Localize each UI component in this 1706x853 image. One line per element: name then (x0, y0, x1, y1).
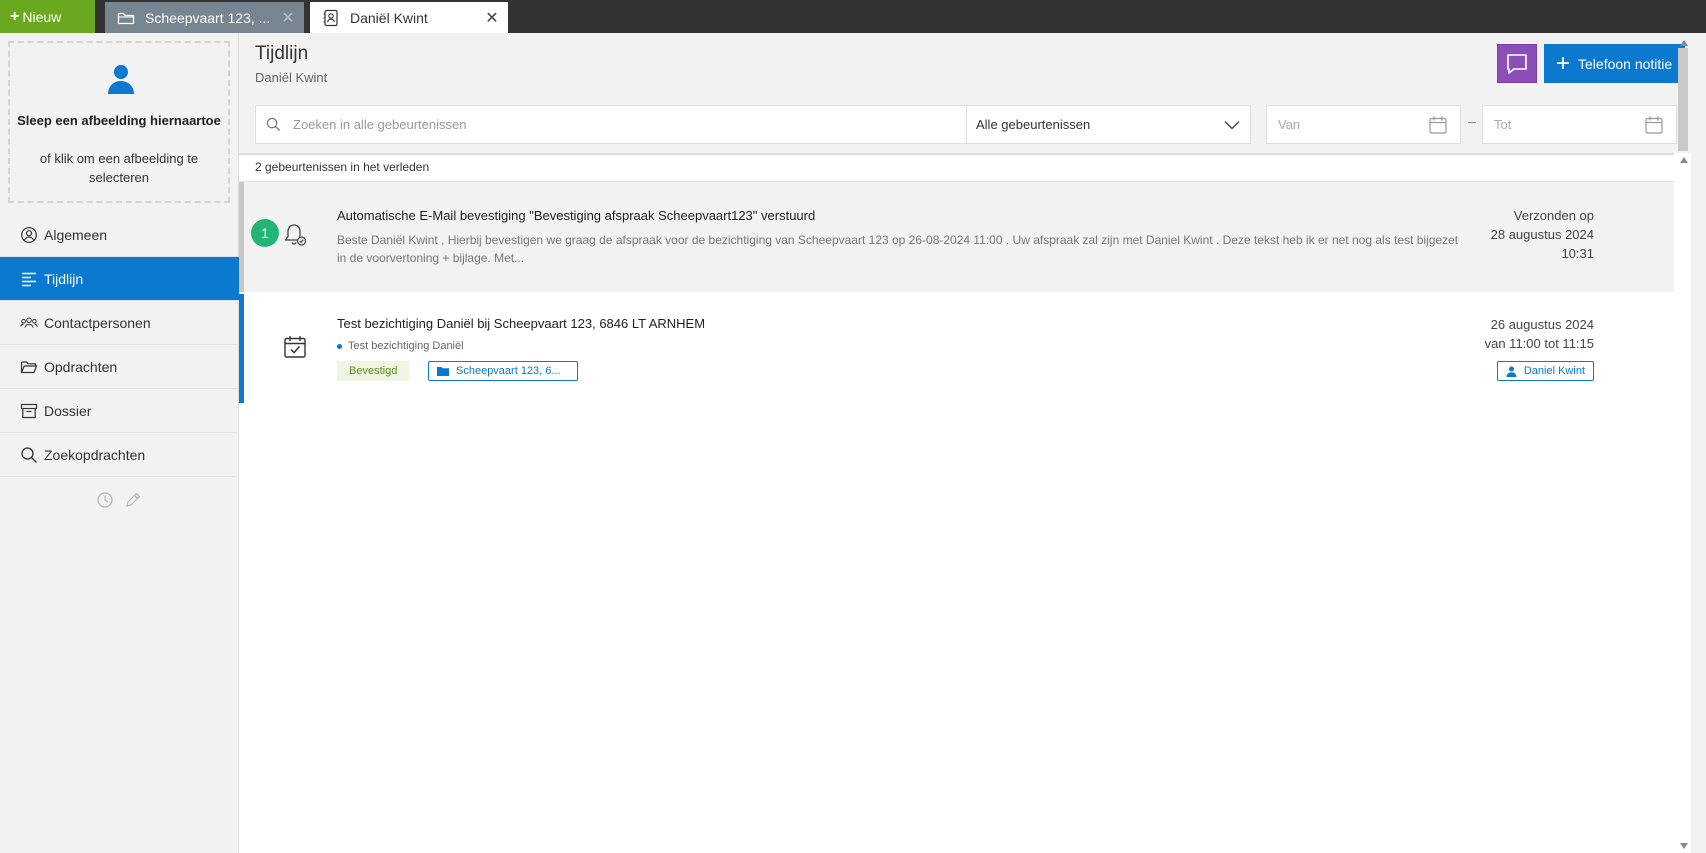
sidebar-item-tijdlijn[interactable]: Tijdlijn (0, 257, 247, 301)
timeline-event-viewing[interactable]: Test bezichtiging Daniël bij Scheepvaart… (239, 294, 1674, 403)
page-title: Tijdlijn (255, 43, 309, 64)
sidebar-item-label: Opdrachten (44, 358, 118, 375)
sidebar-item-label: Algemeen (44, 226, 108, 243)
sidebar-item-label: Contactpersonen (44, 314, 151, 331)
event-date-time: 10:31 (1561, 246, 1594, 261)
event-subtitle-text: Test bezichtiging Daniël (348, 340, 464, 352)
sidebar-item-zoekopdrachten[interactable]: Zoekopdrachten (0, 433, 239, 477)
clock-icon[interactable] (96, 491, 114, 509)
sidebar: Sleep een afbeelding hiernaartoe of klik… (0, 33, 247, 853)
scrollbar-thumb[interactable] (1678, 48, 1688, 151)
timeline-scrollbar[interactable] (1676, 153, 1690, 853)
plus-icon: + (1556, 49, 1571, 77)
tab-scheepvaart[interactable]: Scheepvaart 123, ... ✕ (105, 2, 304, 33)
sidebar-item-label: Dossier (44, 402, 92, 419)
scroll-down-arrow-icon[interactable] (1680, 843, 1688, 849)
search-field (255, 105, 968, 144)
event-preview-text: Beste Daniël Kwint , Hierbij bevestigen … (337, 233, 1459, 265)
person-link-label: Daniel Kwint (1523, 365, 1585, 377)
dropzone-subtitle: of klik om een afbeelding te selecteren (39, 151, 199, 185)
top-tab-bar: + Nieuw Scheepvaart 123, ... ✕ Daniël Kw… (0, 0, 1706, 33)
pencil-icon[interactable] (124, 491, 142, 509)
folder-icon (437, 367, 449, 376)
sidebar-item-label: Zoekopdrachten (44, 446, 146, 463)
event-date: Verzonden op 28 augustus 2024 10:31 (1491, 206, 1594, 263)
scroll-up-arrow-icon[interactable] (1680, 157, 1688, 163)
date-from-field[interactable] (1266, 105, 1461, 144)
tab-label: Daniël Kwint (350, 9, 428, 26)
chat-button[interactable] (1497, 44, 1537, 83)
search-icon (21, 446, 37, 463)
dropzone-title: Sleep een afbeelding hiernaartoe (17, 113, 221, 128)
object-link[interactable]: Scheepvaart 123, 6... (428, 361, 578, 381)
phone-note-label: Telefoon notitie (1578, 55, 1673, 72)
plus-icon: + (10, 7, 20, 25)
event-date-time: van 11:00 tot 11:15 (1484, 336, 1594, 351)
event-date-label: Verzonden op (1513, 208, 1594, 223)
event-date: 26 augustus 2024 van 11:00 tot 11:15 (1485, 315, 1594, 353)
event-title: Test bezichtiging Daniël bij Scheepvaart… (337, 316, 706, 331)
sidebar-item-opdrachten[interactable]: Opdrachten (0, 345, 239, 389)
new-button[interactable]: + Nieuw (0, 0, 95, 33)
person-link[interactable]: Daniel Kwint (1496, 361, 1594, 381)
date-from-input[interactable] (1278, 106, 1418, 143)
event-type-value: Alle gebeurtenissen (976, 117, 1091, 132)
calendar-check-icon (284, 336, 306, 358)
event-date-day: 28 augustus 2024 (1490, 227, 1594, 242)
status-badge: Bevestigd (337, 361, 410, 381)
user-circle-icon (21, 226, 37, 243)
sidebar-item-algemeen[interactable]: Algemeen (0, 213, 239, 257)
contact-card-icon (323, 9, 338, 26)
event-type-select[interactable]: Alle gebeurtenissen (966, 105, 1251, 144)
sidebar-item-contactpersonen[interactable]: Contactpersonen (0, 301, 239, 345)
image-dropzone[interactable]: Sleep een afbeelding hiernaartoe of klik… (8, 41, 230, 203)
new-button-label: Nieuw (22, 8, 62, 25)
page-scrollbar[interactable] (1691, 33, 1706, 853)
folder-icon (117, 12, 135, 24)
people-icon (20, 317, 38, 328)
person-icon (1506, 366, 1517, 377)
event-title: Automatische E-Mail bevestiging "Bevesti… (337, 208, 816, 223)
scroll-up-arrow-icon[interactable] (1680, 40, 1688, 46)
event-subtitle: Test bezichtiging Daniël (337, 340, 464, 352)
search-icon (266, 117, 281, 132)
step-badge: 1 (251, 219, 279, 247)
date-to-input[interactable] (1494, 106, 1634, 143)
sidebar-tools (96, 491, 142, 509)
object-link-label: Scheepvaart 123, 6... (456, 365, 561, 377)
page-header: Tijdlijn Daniël Kwint + Telefoon notitie… (239, 33, 1706, 153)
folder-open-icon (20, 360, 38, 373)
phone-note-button[interactable]: + Telefoon notitie (1544, 44, 1685, 83)
sidebar-item-label: Tijdlijn (44, 270, 84, 287)
event-date-day: 26 augustus 2024 (1490, 317, 1594, 332)
close-icon[interactable]: ✕ (280, 8, 296, 28)
bullet-dot (337, 343, 342, 349)
timeline-icon (22, 272, 36, 286)
bell-check-icon (284, 224, 307, 246)
chat-bubble-icon (1507, 53, 1527, 74)
timeline-event-email[interactable]: 1 Automatische E-Mail bevestiging "Beves… (239, 182, 1674, 292)
divider (239, 153, 1674, 155)
close-icon[interactable]: ✕ (484, 8, 500, 28)
tab-contact[interactable]: Daniël Kwint ✕ (310, 2, 508, 33)
search-input[interactable] (293, 106, 893, 143)
event-count: 2 gebeurtenissen in het verleden (255, 160, 430, 174)
avatar-placeholder-icon (108, 65, 134, 94)
chevron-down-icon (1224, 121, 1240, 130)
archive-icon (20, 403, 38, 418)
calendar-icon[interactable] (1644, 115, 1664, 135)
calendar-icon[interactable] (1428, 115, 1448, 135)
page-subtitle: Daniël Kwint (255, 70, 328, 85)
date-to-field[interactable] (1482, 105, 1677, 144)
sidebar-item-dossier[interactable]: Dossier (0, 389, 239, 433)
tab-label: Scheepvaart 123, ... (145, 9, 271, 26)
date-range-separator: – (1468, 113, 1476, 129)
